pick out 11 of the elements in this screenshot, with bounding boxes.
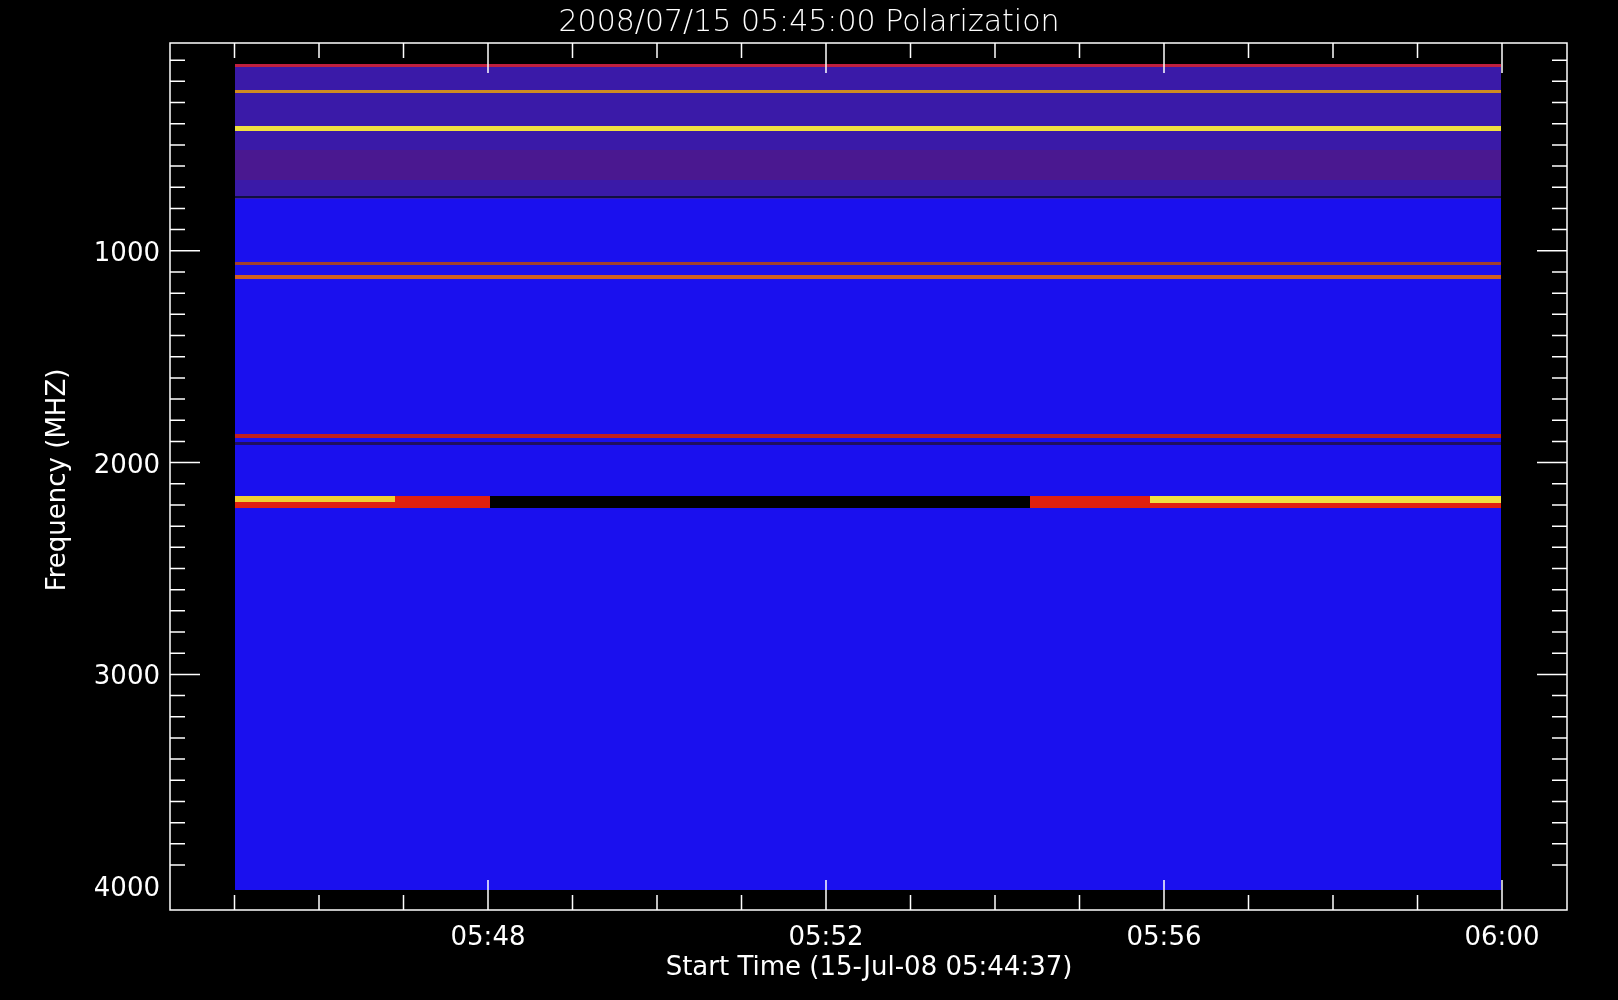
y-tick-label: 3000 — [93, 660, 160, 691]
y-tick-label: 4000 — [93, 872, 160, 903]
y-tick-label: 1000 — [93, 236, 160, 267]
y-axis-label: Frequency (MHZ) — [41, 368, 71, 592]
y-tick-label: 2000 — [93, 448, 160, 479]
x-tick-label: 05:52 — [788, 921, 864, 951]
x-tick-label: 05:48 — [450, 921, 526, 951]
x-tick-label: 06:00 — [1464, 921, 1540, 951]
plot-title: 2008/07/15 05:45:00 Polarization — [558, 3, 1060, 38]
x-axis-label: Start Time (15-Jul-08 05:44:37) — [665, 951, 1073, 981]
x-tick-label: 05:56 — [1126, 921, 1202, 951]
